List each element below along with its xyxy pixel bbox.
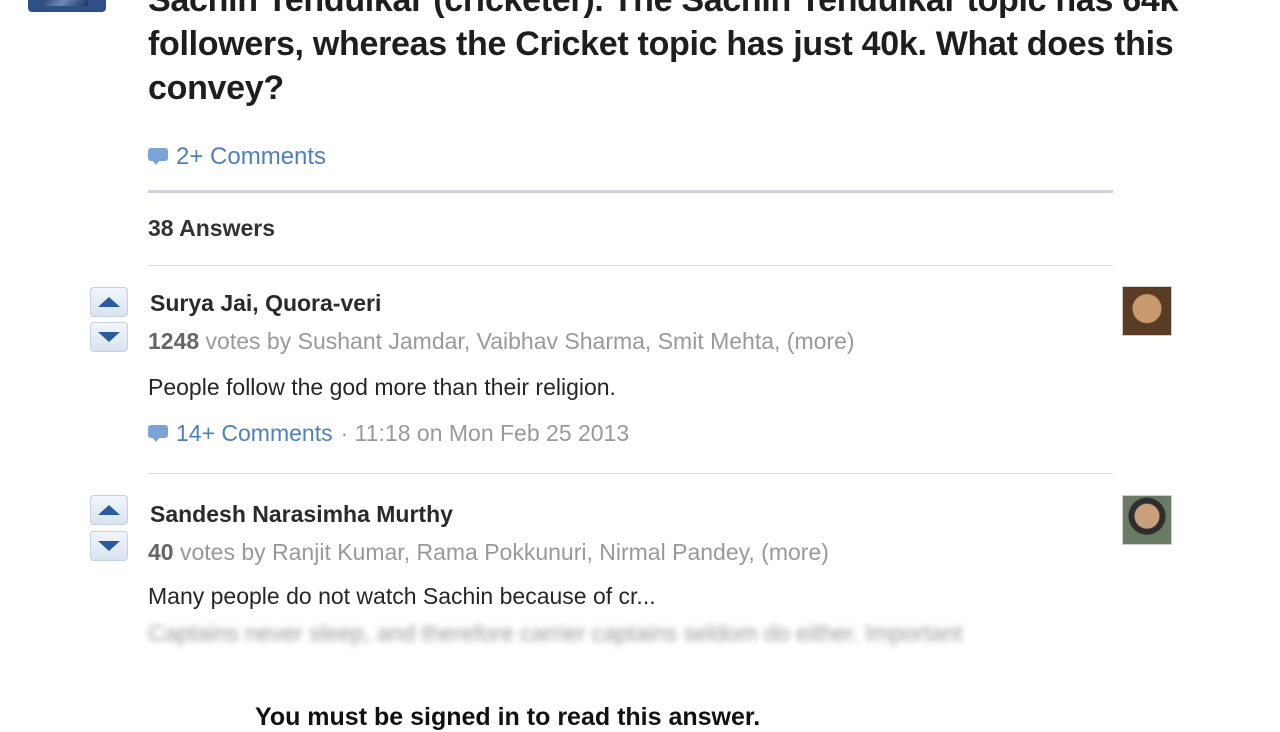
answer-meta: 14+ Comments · 11:18 on Mon Feb 25 2013 <box>148 420 629 447</box>
question-comments-link[interactable]: 2+ Comments <box>148 143 326 171</box>
comment-bubble-icon <box>148 424 168 443</box>
comment-bubble-icon <box>148 148 168 166</box>
answer-text: Many people do not watch Sachin because … <box>148 583 656 609</box>
question-title[interactable]: Sachin Tendulkar (cricketer). The Sachin… <box>148 0 1188 110</box>
upvote-button[interactable] <box>90 287 128 317</box>
vote-count: 40 <box>148 539 174 565</box>
answers-divider <box>148 265 1113 266</box>
answer-author[interactable]: Surya Jai, Quora-veri <box>150 290 381 317</box>
answer-comments-link[interactable]: 14+ Comments <box>176 420 333 447</box>
upvote-button[interactable] <box>90 495 128 525</box>
answer-author[interactable]: Sandesh Narasimha Murthy <box>150 501 453 528</box>
signin-prompt: You must be signed in to read this answe… <box>255 703 761 731</box>
answer-text: People follow the god more than their re… <box>148 374 616 400</box>
upvote-arrow-icon <box>98 297 120 307</box>
votes-line: 1248 votes by Sushant Jamdar, Vaibhav Sh… <box>148 328 855 355</box>
downvote-button[interactable] <box>90 531 128 561</box>
voters-list[interactable]: votes by Sushant Jamdar, Vaibhav Sharma,… <box>199 328 855 354</box>
answer-page: Sachin Tendulkar (cricketer). The Sachin… <box>0 0 1280 731</box>
answer-timestamp[interactable]: · 11:18 on Mon Feb 25 2013 <box>341 420 630 447</box>
downvote-arrow-icon <box>98 332 120 342</box>
answers-count: 38 Answers <box>148 215 275 241</box>
question-divider <box>148 190 1113 193</box>
author-avatar[interactable] <box>1122 495 1172 545</box>
answer-divider <box>148 473 1113 474</box>
voters-list[interactable]: votes by Ranjit Kumar, Rama Pokkunuri, N… <box>174 539 829 565</box>
downvote-arrow-icon <box>98 541 120 551</box>
downvote-button[interactable] <box>90 322 128 352</box>
author-avatar[interactable] <box>1122 286 1172 336</box>
question-comments-label: 2+ Comments <box>176 143 327 170</box>
upvote-arrow-icon <box>98 505 120 515</box>
votes-line: 40 votes by Ranjit Kumar, Rama Pokkunuri… <box>148 539 829 566</box>
blurred-answer-text: Captains never sleep, and therefore carr… <box>148 620 963 646</box>
vote-count: 1248 <box>148 328 200 354</box>
asker-avatar[interactable] <box>28 0 106 12</box>
